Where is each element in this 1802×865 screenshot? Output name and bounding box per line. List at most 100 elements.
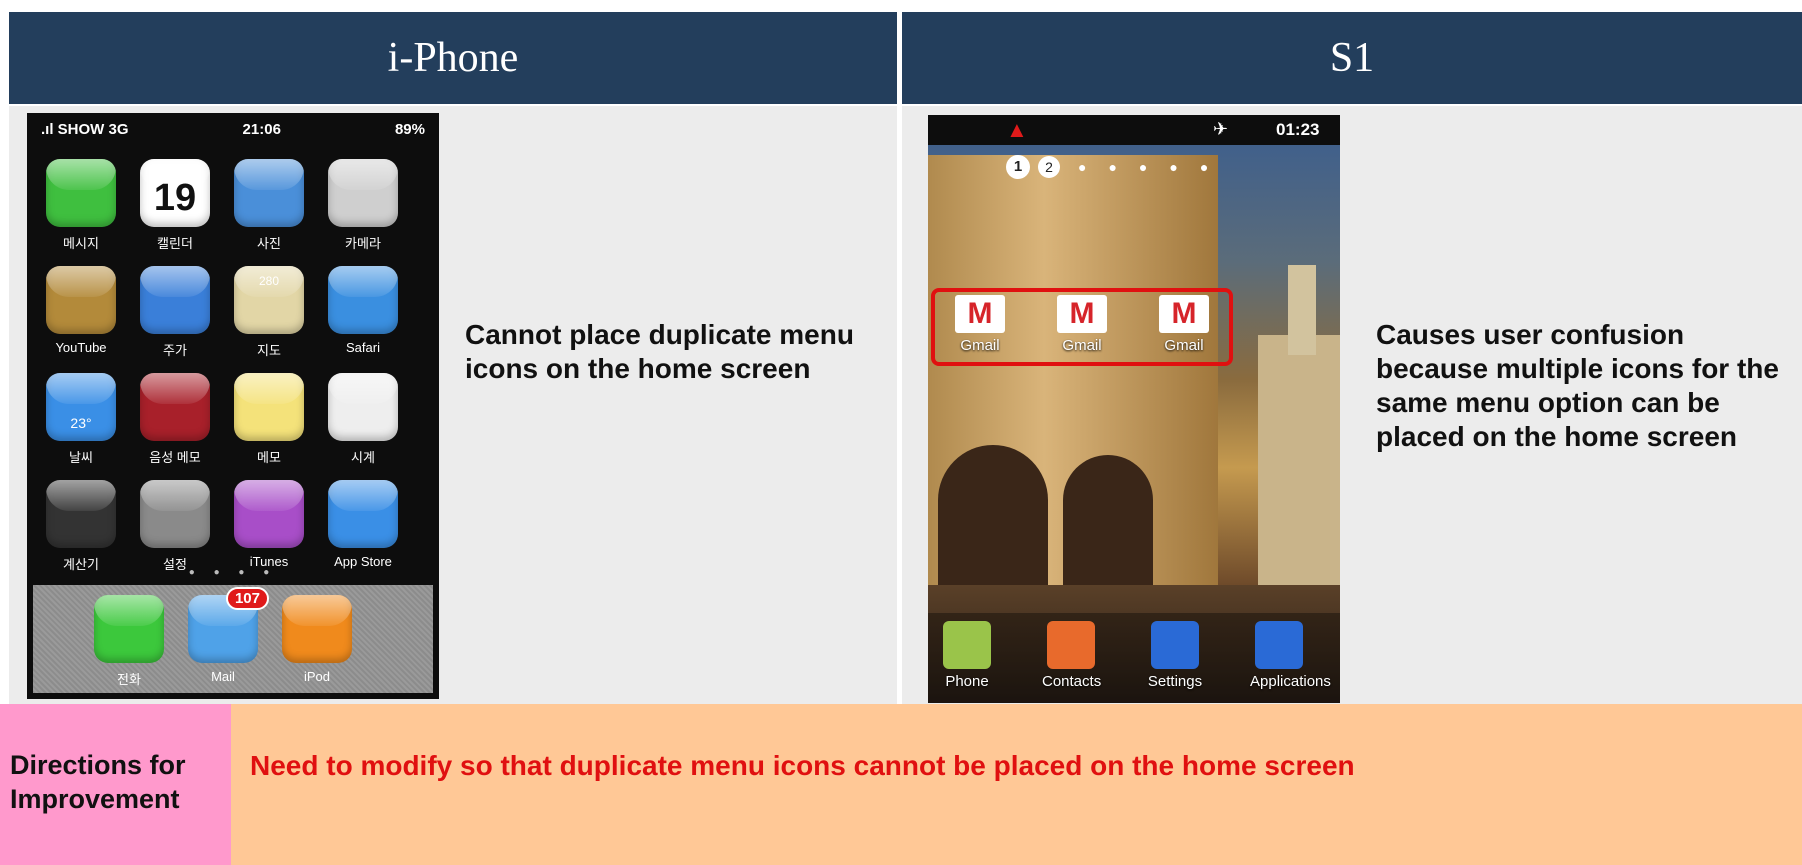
app-label: Applications <box>1250 673 1331 690</box>
page-1-indicator[interactable]: 1 <box>1006 155 1030 179</box>
unread-badge: 107 <box>225 587 269 610</box>
itunes-icon <box>234 480 304 548</box>
s1-dock-app-0[interactable]: Phone <box>938 621 996 690</box>
iphone-screenshot: .ıl SHOW 3G 21:06 89% 메시지 19 캘린더 사진 카메라 YouTu… <box>27 113 439 699</box>
icon-glyph: 23° <box>70 415 92 431</box>
app-label: iPod <box>303 669 331 684</box>
stocks-icon <box>140 266 210 334</box>
iphone-app-15[interactable]: App Store <box>327 480 399 573</box>
app-label: Safari <box>346 340 380 355</box>
calculator-icon <box>46 480 116 548</box>
iphone-app-1[interactable]: 19 캘린더 <box>139 159 211 252</box>
s1-status-bar: ▲ ✈ 01:23 <box>928 115 1340 145</box>
notes-icon <box>234 373 304 441</box>
iphone-dock-app-2[interactable]: iPod <box>281 595 353 688</box>
iphone-dock-app-1[interactable]: 107 Mail <box>187 587 269 688</box>
page-dots-rest: ●●●●● <box>1078 159 1231 175</box>
iphone-app-13[interactable]: 설정 <box>139 480 211 573</box>
s1-dock-app-1[interactable]: Contacts <box>1042 621 1102 690</box>
gmail-shortcut-1[interactable]: M Gmail <box>952 295 1008 354</box>
iphone-app-8[interactable]: 23° 날씨 <box>45 373 117 466</box>
gmail-shortcut-2[interactable]: M Gmail <box>1054 295 1110 354</box>
app-label: 주가 <box>163 343 187 358</box>
app-label: 캘린더 <box>157 236 193 251</box>
app-label: Contacts <box>1042 673 1102 690</box>
app-label: 지도 <box>257 343 281 358</box>
voice-memo-icon <box>140 373 210 441</box>
weather-icon: 23° <box>46 373 116 441</box>
iphone-app-3[interactable]: 카메라 <box>327 159 399 252</box>
improvement-label-cell: Directions for Improvement <box>0 704 231 865</box>
contacts-icon <box>1047 621 1095 669</box>
header-iphone: i-Phone <box>9 12 897 104</box>
clock-time: 21:06 <box>242 121 281 138</box>
clock-icon <box>328 373 398 441</box>
camera-icon <box>328 159 398 227</box>
app-label: 메시지 <box>63 236 99 251</box>
maps-icon: 280 <box>234 266 304 334</box>
app-store-icon <box>328 480 398 548</box>
header-s1-title: S1 <box>1329 35 1375 81</box>
arch-2 <box>1063 455 1153 605</box>
iphone-app-grid: 메시지 19 캘린더 사진 카메라 YouTube 주가 280 지도 Safari 23° 날씨 음성… <box>45 159 425 573</box>
app-label: 날씨 <box>69 450 93 465</box>
iphone-app-6[interactable]: 280 지도 <box>233 266 305 359</box>
page-indicator: ● ● ● ● <box>188 567 278 578</box>
page-dots: 1 2 ●●●●● <box>1006 155 1230 179</box>
photos-icon <box>234 159 304 227</box>
iphone-dock-apps: 전화 107 Mail iPod <box>93 587 353 688</box>
s1-dock-apps: Phone Contacts Settings Applications <box>938 621 1331 690</box>
iphone-app-5[interactable]: 주가 <box>139 266 211 359</box>
app-label: Settings <box>1147 673 1203 690</box>
app-label: 사진 <box>257 236 281 251</box>
airplane-icon: ✈ <box>1213 119 1229 139</box>
gmail-icon: M <box>1159 295 1209 333</box>
iphone-app-2[interactable]: 사진 <box>233 159 305 252</box>
gmail-label: Gmail <box>1164 337 1204 354</box>
iphone-description: Cannot place duplicate menu icons on the… <box>465 319 854 384</box>
settings-gear-icon <box>1151 621 1199 669</box>
s1-screenshot: ▲ ✈ 01:23 1 2 ●●●●● M Gmail M Gmail M Gm… <box>928 115 1340 703</box>
improvement-text: Need to modify so that duplicate menu ic… <box>250 750 1355 781</box>
gmail-label: Gmail <box>960 337 1000 354</box>
ipod-icon <box>282 595 352 663</box>
app-label: 시계 <box>351 450 375 465</box>
tower <box>1288 265 1316 355</box>
app-label: 음성 메모 <box>149 450 201 465</box>
iphone-app-12[interactable]: 계산기 <box>45 480 117 573</box>
carrier-label: .ıl SHOW 3G <box>41 121 129 138</box>
header-iphone-title: i-Phone <box>387 35 519 81</box>
settings-icon <box>140 480 210 548</box>
s1-dock-app-2[interactable]: Settings <box>1146 621 1204 690</box>
s1-dock-app-3[interactable]: Applications <box>1250 621 1331 690</box>
gmail-shortcut-3[interactable]: M Gmail <box>1156 295 1212 354</box>
app-label: Phone <box>945 673 989 690</box>
iphone-app-4[interactable]: YouTube <box>45 266 117 359</box>
arch-1 <box>938 445 1048 605</box>
dialpad-icon <box>943 621 991 669</box>
gmail-label: Gmail <box>1062 337 1102 354</box>
page-2-indicator[interactable]: 2 <box>1038 156 1060 178</box>
iphone-app-11[interactable]: 시계 <box>327 373 399 466</box>
improvement-label: Directions for Improvement <box>10 750 186 814</box>
warning-icon: ▲ <box>1006 117 1028 142</box>
iphone-dock-app-0[interactable]: 전화 <box>93 595 165 688</box>
s1-dock: Phone Contacts Settings Applications <box>928 613 1340 703</box>
app-label: Mail <box>211 669 235 684</box>
icon-glyph: 280 <box>258 274 280 288</box>
iphone-app-7[interactable]: Safari <box>327 266 399 359</box>
calendar-icon: 19 <box>140 159 210 227</box>
iphone-app-14[interactable]: iTunes <box>233 480 305 573</box>
applications-grid-icon <box>1255 621 1303 669</box>
icon-glyph: 19 <box>153 176 197 219</box>
battery-level: 89% <box>394 121 425 138</box>
s1-clock-time: 01:23 <box>1276 120 1320 139</box>
improvement-text-cell: Need to modify so that duplicate menu ic… <box>231 704 1802 865</box>
app-label: YouTube <box>55 340 107 355</box>
iphone-app-0[interactable]: 메시지 <box>45 159 117 252</box>
header-s1: S1 <box>902 12 1802 104</box>
app-label: 메모 <box>257 450 281 465</box>
building-right <box>1258 335 1340 595</box>
iphone-app-10[interactable]: 메모 <box>233 373 305 466</box>
iphone-app-9[interactable]: 음성 메모 <box>139 373 211 466</box>
